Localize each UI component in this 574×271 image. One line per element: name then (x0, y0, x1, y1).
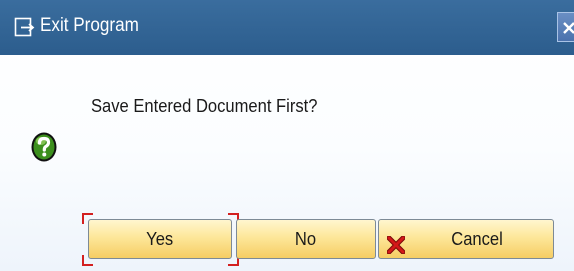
close-button[interactable] (557, 12, 574, 42)
close-icon (563, 22, 574, 34)
exit-program-icon (14, 17, 35, 38)
cancel-button[interactable]: Cancel (378, 219, 554, 259)
window-title: Exit Program (40, 15, 139, 36)
question-icon (31, 132, 57, 162)
no-button[interactable]: No (236, 219, 376, 259)
exit-program-dialog: Exit Program Save Entered Document First… (0, 0, 574, 271)
red-x-icon (386, 229, 406, 255)
no-button-label: No (295, 229, 317, 249)
cancel-button-label: Cancel (451, 229, 503, 249)
yes-button-label: Yes (146, 229, 174, 249)
title-bar: Exit Program (0, 0, 574, 55)
yes-button[interactable]: Yes (88, 219, 232, 259)
dialog-message: Save Entered Document First? (91, 96, 318, 116)
